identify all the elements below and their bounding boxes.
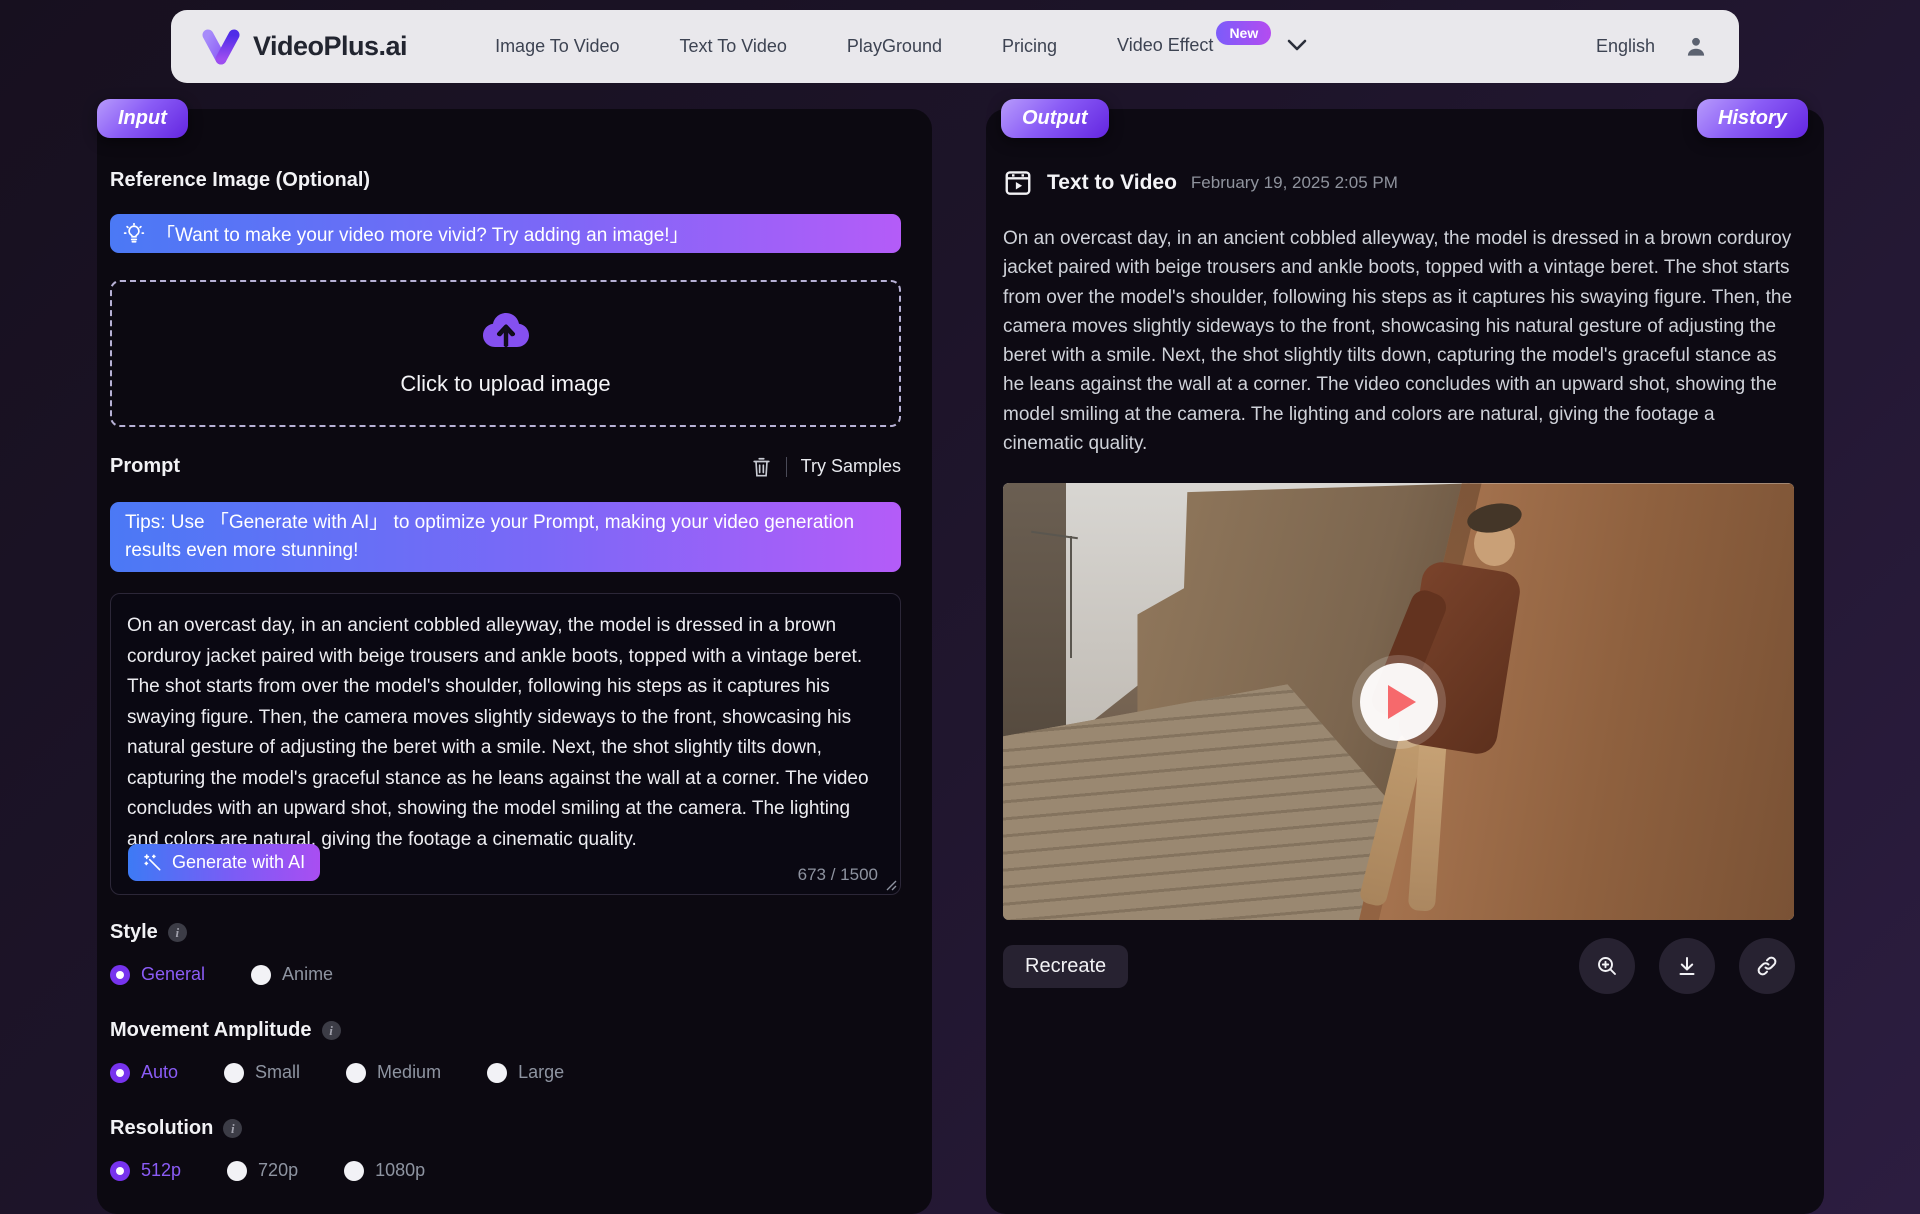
output-title: Text to Video: [1047, 171, 1177, 195]
resolution-option-720p[interactable]: 720p: [227, 1160, 298, 1181]
output-panel-badge: Output: [1001, 99, 1109, 138]
download-button[interactable]: [1659, 938, 1715, 994]
play-icon: [1388, 685, 1416, 719]
upload-cloud-icon: [478, 311, 534, 355]
divider: [786, 457, 787, 477]
resolution-option-512p[interactable]: 512p: [110, 1160, 181, 1181]
movement-option-medium[interactable]: Medium: [346, 1062, 441, 1083]
movement-option-large[interactable]: Large: [487, 1062, 564, 1083]
video-scene-pole: [1070, 536, 1072, 658]
lightbulb-icon: [123, 223, 145, 245]
play-button[interactable]: [1360, 663, 1438, 741]
char-count: 673 / 1500: [798, 865, 878, 885]
resolution-info-icon[interactable]: i: [223, 1119, 242, 1138]
prompt-text: On an overcast day, in an ancient cobble…: [127, 611, 884, 855]
resolution-option-1080p[interactable]: 1080p: [344, 1160, 425, 1181]
input-panel-badge: Input: [97, 99, 188, 138]
nav-item-image-to-video[interactable]: Image To Video: [495, 36, 619, 57]
download-icon: [1675, 954, 1699, 978]
tips-text: Tips: Use 「Generate with AI」 to optimize…: [125, 509, 886, 565]
recreate-button[interactable]: Recreate: [1003, 945, 1128, 988]
try-samples-button[interactable]: Try Samples: [801, 456, 901, 477]
radio-icon: [224, 1063, 244, 1083]
nav-item-text-to-video[interactable]: Text To Video: [680, 36, 787, 57]
zoom-in-icon: [1595, 954, 1619, 978]
movement-option-small[interactable]: Small: [224, 1062, 300, 1083]
reference-tip-text: 「Want to make your video more vivid? Try…: [156, 220, 689, 247]
brand-name: VideoPlus.ai: [253, 31, 407, 62]
upload-image-dropzone[interactable]: Click to upload image: [110, 280, 901, 427]
clear-prompt-trash-icon[interactable]: [751, 456, 772, 478]
magic-wand-icon: [143, 853, 163, 873]
radio-selected-icon: [110, 965, 130, 985]
chevron-down-icon[interactable]: [1287, 39, 1307, 51]
reference-tip-banner: 「Want to make your video more vivid? Try…: [110, 214, 901, 253]
radio-icon: [227, 1161, 247, 1181]
nav-item-playground[interactable]: PlayGround: [847, 36, 942, 57]
radio-icon: [487, 1063, 507, 1083]
radio-selected-icon: [110, 1063, 130, 1083]
style-option-general[interactable]: General: [110, 964, 205, 985]
style-info-icon[interactable]: i: [168, 923, 187, 942]
style-label: Style: [110, 921, 158, 944]
movement-amplitude-section: Movement Amplitude i Auto Small Medium L…: [110, 1019, 901, 1083]
resize-handle[interactable]: [885, 879, 897, 891]
brand-logo[interactable]: VideoPlus.ai: [201, 29, 407, 65]
language-selector[interactable]: English: [1596, 36, 1655, 57]
movement-amplitude-label: Movement Amplitude: [110, 1019, 312, 1042]
movement-info-icon[interactable]: i: [322, 1021, 341, 1040]
style-section: Style i General Anime: [110, 921, 901, 985]
generate-with-ai-button[interactable]: Generate with AI: [128, 844, 320, 881]
output-timestamp: February 19, 2025 2:05 PM: [1191, 173, 1398, 193]
resolution-label: Resolution: [110, 1117, 213, 1140]
movement-option-auto[interactable]: Auto: [110, 1062, 178, 1083]
new-badge: New: [1216, 21, 1271, 45]
radio-icon: [251, 965, 271, 985]
upload-label: Click to upload image: [400, 371, 610, 397]
output-panel: Text to Video February 19, 2025 2:05 PM …: [986, 109, 1824, 1214]
generated-video-player[interactable]: [1003, 483, 1794, 920]
prompt-tips-banner: Tips: Use 「Generate with AI」 to optimize…: [110, 502, 901, 572]
link-icon: [1755, 954, 1779, 978]
text-to-video-icon: [1003, 168, 1033, 198]
style-option-anime[interactable]: Anime: [251, 964, 333, 985]
zoom-in-button[interactable]: [1579, 938, 1635, 994]
nav-right-group: English: [1596, 34, 1709, 60]
prompt-heading: Prompt: [110, 455, 180, 478]
user-account-icon[interactable]: [1683, 34, 1709, 60]
history-button[interactable]: History: [1697, 99, 1808, 138]
nav-item-pricing[interactable]: Pricing: [1002, 36, 1057, 57]
prompt-textarea[interactable]: On an overcast day, in an ancient cobble…: [110, 593, 901, 895]
radio-selected-icon: [110, 1161, 130, 1181]
resolution-section: Resolution i 512p 720p 1080p: [110, 1117, 901, 1181]
radio-icon: [344, 1161, 364, 1181]
reference-image-heading: Reference Image (Optional): [110, 169, 901, 192]
videoplus-logo-icon: [201, 29, 241, 65]
input-panel: Reference Image (Optional) 「Want to make…: [97, 109, 932, 1214]
generate-with-ai-label: Generate with AI: [172, 852, 305, 873]
nav-item-video-effect[interactable]: Video Effect New: [1117, 35, 1307, 59]
output-description: On an overcast day, in an ancient cobble…: [1003, 224, 1795, 458]
top-navbar: VideoPlus.ai Image To Video Text To Vide…: [171, 10, 1739, 83]
radio-icon: [346, 1063, 366, 1083]
copy-link-button[interactable]: [1739, 938, 1795, 994]
nav-menu: Image To Video Text To Video PlayGround …: [495, 35, 1307, 59]
